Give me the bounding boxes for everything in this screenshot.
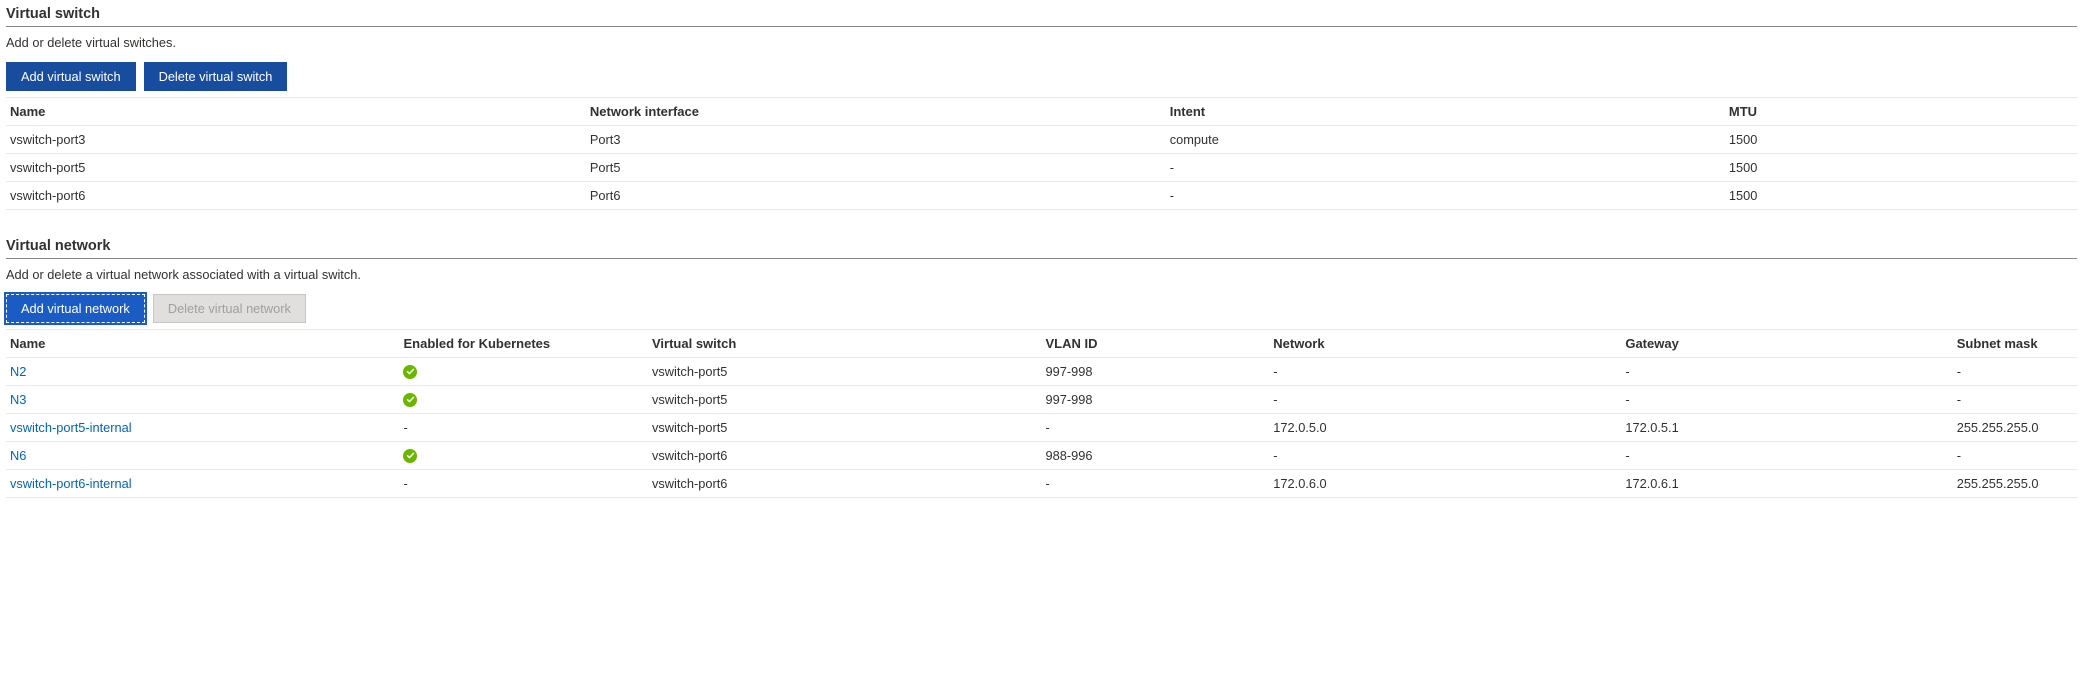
cell-subnet: -	[1953, 442, 2077, 470]
cell-interface: Port3	[586, 126, 1166, 154]
col-vswitch[interactable]: Virtual switch	[648, 330, 1041, 358]
col-network[interactable]: Network	[1269, 330, 1621, 358]
cell-subnet: -	[1953, 358, 2077, 386]
cell-vswitch: vswitch-port5	[648, 358, 1041, 386]
check-icon	[403, 365, 417, 379]
table-row[interactable]: vswitch-port5Port5-1500	[6, 154, 2077, 182]
cell-name: vswitch-port5	[6, 154, 586, 182]
cell-network: 172.0.6.0	[1269, 470, 1621, 498]
cell-vswitch: vswitch-port6	[648, 470, 1041, 498]
table-header-row: Name Enabled for Kubernetes Virtual swit…	[6, 330, 2077, 358]
cell-name: vswitch-port6	[6, 182, 586, 210]
virtual-network-link[interactable]: N6	[10, 448, 26, 463]
virtual-network-link[interactable]: N2	[10, 364, 26, 379]
virtual-switch-title: Virtual switch	[6, 6, 2077, 27]
cell-mtu: 1500	[1725, 126, 2077, 154]
virtual-network-description: Add or delete a virtual network associat…	[6, 263, 2077, 294]
cell-kubernetes	[399, 442, 648, 470]
virtual-network-section: Virtual network Add or delete a virtual …	[6, 238, 2077, 498]
cell-gateway: -	[1621, 442, 1952, 470]
add-virtual-network-button[interactable]: Add virtual network	[6, 294, 145, 323]
table-header-row: Name Network interface Intent MTU	[6, 98, 2077, 126]
virtual-network-button-row: Add virtual network Delete virtual netwo…	[6, 294, 2077, 329]
cell-gateway: -	[1621, 386, 1952, 414]
cell-name[interactable]: N3	[6, 386, 399, 414]
cell-vswitch: vswitch-port5	[648, 414, 1041, 442]
col-name[interactable]: Name	[6, 330, 399, 358]
cell-kubernetes	[399, 386, 648, 414]
cell-name[interactable]: vswitch-port5-internal	[6, 414, 399, 442]
virtual-network-link[interactable]: N3	[10, 392, 26, 407]
cell-gateway: 172.0.5.1	[1621, 414, 1952, 442]
table-row[interactable]: N3vswitch-port5997-998---	[6, 386, 2077, 414]
cell-gateway: -	[1621, 358, 1952, 386]
cell-vlan: -	[1041, 470, 1269, 498]
cell-mtu: 1500	[1725, 154, 2077, 182]
cell-network: 172.0.5.0	[1269, 414, 1621, 442]
cell-interface: Port5	[586, 154, 1166, 182]
col-mtu[interactable]: MTU	[1725, 98, 2077, 126]
cell-network: -	[1269, 386, 1621, 414]
cell-network: -	[1269, 358, 1621, 386]
virtual-switch-button-row: Add virtual switch Delete virtual switch	[6, 62, 2077, 97]
table-row[interactable]: N2vswitch-port5997-998---	[6, 358, 2077, 386]
virtual-switch-table: Name Network interface Intent MTU vswitc…	[6, 97, 2077, 210]
table-row[interactable]: vswitch-port6-internal-vswitch-port6-172…	[6, 470, 2077, 498]
col-kubernetes[interactable]: Enabled for Kubernetes	[399, 330, 648, 358]
cell-vswitch: vswitch-port6	[648, 442, 1041, 470]
cell-mtu: 1500	[1725, 182, 2077, 210]
cell-vlan: 997-998	[1041, 386, 1269, 414]
col-name[interactable]: Name	[6, 98, 586, 126]
cell-subnet: -	[1953, 386, 2077, 414]
col-intent[interactable]: Intent	[1166, 98, 1725, 126]
delete-virtual-switch-button[interactable]: Delete virtual switch	[144, 62, 288, 91]
table-row[interactable]: vswitch-port6Port6-1500	[6, 182, 2077, 210]
col-interface[interactable]: Network interface	[586, 98, 1166, 126]
table-row[interactable]: vswitch-port5-internal-vswitch-port5-172…	[6, 414, 2077, 442]
delete-virtual-network-button: Delete virtual network	[153, 294, 306, 323]
cell-gateway: 172.0.6.1	[1621, 470, 1952, 498]
cell-name[interactable]: N2	[6, 358, 399, 386]
table-row[interactable]: vswitch-port3Port3compute1500	[6, 126, 2077, 154]
cell-vswitch: vswitch-port5	[648, 386, 1041, 414]
col-subnet[interactable]: Subnet mask	[1953, 330, 2077, 358]
cell-kubernetes: -	[399, 470, 648, 498]
virtual-switch-section: Virtual switch Add or delete virtual swi…	[6, 6, 2077, 210]
cell-kubernetes	[399, 358, 648, 386]
cell-vlan: -	[1041, 414, 1269, 442]
cell-subnet: 255.255.255.0	[1953, 414, 2077, 442]
check-icon	[403, 449, 417, 463]
cell-network: -	[1269, 442, 1621, 470]
add-virtual-switch-button[interactable]: Add virtual switch	[6, 62, 136, 91]
virtual-network-table: Name Enabled for Kubernetes Virtual swit…	[6, 329, 2077, 498]
virtual-network-link[interactable]: vswitch-port5-internal	[10, 420, 132, 435]
virtual-network-link[interactable]: vswitch-port6-internal	[10, 476, 132, 491]
cell-vlan: 997-998	[1041, 358, 1269, 386]
cell-intent: compute	[1166, 126, 1725, 154]
cell-name: vswitch-port3	[6, 126, 586, 154]
col-gateway[interactable]: Gateway	[1621, 330, 1952, 358]
cell-intent: -	[1166, 154, 1725, 182]
cell-name[interactable]: N6	[6, 442, 399, 470]
table-row[interactable]: N6vswitch-port6988-996---	[6, 442, 2077, 470]
cell-intent: -	[1166, 182, 1725, 210]
check-icon	[403, 393, 417, 407]
virtual-switch-description: Add or delete virtual switches.	[6, 31, 2077, 62]
cell-vlan: 988-996	[1041, 442, 1269, 470]
col-vlan[interactable]: VLAN ID	[1041, 330, 1269, 358]
cell-name[interactable]: vswitch-port6-internal	[6, 470, 399, 498]
cell-kubernetes: -	[399, 414, 648, 442]
cell-subnet: 255.255.255.0	[1953, 470, 2077, 498]
virtual-network-title: Virtual network	[6, 238, 2077, 259]
cell-interface: Port6	[586, 182, 1166, 210]
